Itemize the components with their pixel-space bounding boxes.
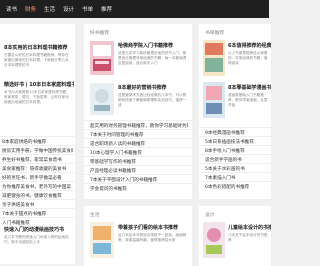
article-headline[interactable]: 6本值得推荐的经典书籍 [228, 42, 271, 49]
list-item[interactable]: 适合职场新人读的书籍推荐 [84, 138, 192, 147]
article-summary: 本书为大家推荐10本日本家庭料理书籍，有家常菜、便当、下饭菜等，让你在家也能做出… [4, 90, 70, 105]
article-headline[interactable]: 儿童绘本设计的书推荐 [228, 224, 271, 231]
article-headline[interactable]: 哈佛商学院入门书籍推荐 [118, 42, 190, 49]
column-booklists: 书单推荐 6本值得推荐的经典书籍 以上书单是推荐给大家看的，非常经典的书籍，值得… [199, 24, 271, 199]
article-summary: 漫画零基础入门书籍推荐，教你学画漫画，从零开始 [228, 93, 268, 108]
column-heading: 书单推荐 [205, 31, 225, 36]
book-cover-image[interactable] [90, 222, 114, 258]
list-item[interactable]: 5本关于水彩画的书 [199, 163, 271, 172]
nav-item-life[interactable]: 生活 [44, 5, 55, 13]
top-nav-bar: 读书 财务 生活 设计 书单 推荐 [0, 0, 269, 18]
article-summary: 这是营销学方面比较经典的几本书，可以帮助你快速了解营销原理和实战技巧，值得一读 [118, 93, 187, 108]
nav-item-reading[interactable]: 读书 [6, 5, 17, 13]
list-item[interactable]: 7本素描入门书 [199, 172, 271, 181]
column-design: 设计 儿童绘本设计的书推荐 几本关于绘本设计的书推荐 [199, 206, 271, 266]
book-cover-image[interactable] [90, 83, 114, 115]
column-recommended-books: 好书推荐 哈佛商学院入门书籍推荐 这是几本学习商科管理必读的好书入门，都是商业管… [84, 24, 192, 199]
list-item[interactable]: 入门书籍推荐 [0, 217, 75, 226]
list-item[interactable]: 亲子烘焙美食书 [0, 199, 75, 208]
nav-item-recommend[interactable]: 推荐 [101, 5, 112, 13]
nav-item-design[interactable]: 设计 [63, 5, 74, 13]
list-item[interactable]: 5本日系插画技法书推荐 [199, 136, 271, 145]
book-cover-image[interactable] [203, 40, 225, 76]
list-item[interactable]: 养生好书推荐，家常菜食谱书 [0, 154, 75, 163]
list-item[interactable]: 7本关于甜点的书推荐 [0, 208, 75, 217]
nav-item-booklist[interactable]: 书单 [82, 5, 93, 13]
list-item[interactable]: 6本色彩搭配的书推荐 [199, 181, 271, 190]
list-item[interactable]: 产品经理必读书籍推荐 [84, 165, 192, 174]
list-item[interactable]: 减肥健身的书，健康饮食推荐 [0, 190, 75, 199]
article-summary: 甘露这么好的日本料理书籍推荐，帮你在家做出美味的日本料理，下面就分享几本日本料理… [4, 53, 69, 68]
article-summary: 这几本绘本非常适合带孩子一起读，画面精美，故事温馨有趣，值得推荐给大家 [118, 233, 187, 243]
list-item[interactable]: 10本心理学入门书籍推荐 [84, 147, 192, 156]
list-item[interactable]: 学会提问的书推荐 [84, 183, 192, 192]
column-food: 8本实用的日本料理书籍推荐 甘露这么好的日本料理书籍推荐，帮你在家做出美味的日本… [0, 24, 75, 264]
list-item[interactable]: 7本关于平面设计入门的书籍推荐 [84, 174, 192, 183]
list-item[interactable]: 8本手绘入门书推荐 [199, 145, 271, 154]
article-headline[interactable]: 8本零基础学漫画书推荐 [228, 84, 271, 91]
article-headline[interactable]: 8本实用的日本料理书籍推荐 [4, 44, 74, 51]
book-cover-image[interactable] [203, 82, 225, 118]
list-item[interactable]: 适合新手学画的书 [199, 154, 271, 163]
article-headline[interactable]: 精选好书 | 10本日本家庭料理书籍 [4, 81, 74, 88]
column-heading: 好书推荐 [90, 31, 110, 36]
list-item[interactable]: 好的烹饪书，新手学做菜必看 [0, 172, 75, 181]
list-item[interactable]: 7本关于时间管理的书推荐 [84, 129, 192, 138]
column-heading: 设计 [205, 213, 215, 218]
list-item[interactable]: 8本家庭烘焙的书推荐 [0, 136, 75, 145]
list-item[interactable]: 厨房实用手册，学做中国传统美食的书 [0, 145, 75, 154]
list-item[interactable]: 零基础学写作的书推荐 [84, 156, 192, 165]
article-headline[interactable]: 快速入门的动漫绘画技巧书 [4, 226, 74, 233]
book-cover-image[interactable] [90, 41, 114, 75]
list-item[interactable]: 为你推荐美食书，老外写的中国菜 [0, 181, 75, 190]
list-item[interactable]: 超实用的财务管理书籍推荐，教你学习基础财务知识 [84, 120, 192, 129]
column-heading: 生活 [90, 213, 100, 218]
book-cover-image[interactable] [203, 222, 225, 258]
column-life: 生活 带着孩子们看的绘本书推荐 这几本绘本非常适合带孩子一起读，画面精美，故事温… [84, 206, 192, 266]
list-item[interactable]: 美食家推荐：值得收藏的美食书 [0, 163, 75, 172]
article-summary: 这是几本学习商科管理必读的好书入门，都是商业管理非常经典的书籍，每一本都值得反复… [118, 51, 187, 66]
article-summary: 这几本书教你快速入门动漫人物的绘画技巧，新手也能轻松上手 [4, 235, 69, 245]
article-summary: 几本关于绘本设计的书推荐 [228, 233, 268, 243]
article-headline[interactable]: 带着孩子们看的绘本书推荐 [118, 224, 190, 231]
nav-item-finance[interactable]: 财务 [25, 5, 36, 13]
article-headline[interactable]: 8本最好的营销书推荐 [118, 84, 190, 91]
list-item[interactable]: 9本经典漫画书推荐 [199, 127, 271, 136]
article-summary: 以上书单是推荐给大家看的，非常经典的书籍，值得阅读 [228, 51, 268, 66]
